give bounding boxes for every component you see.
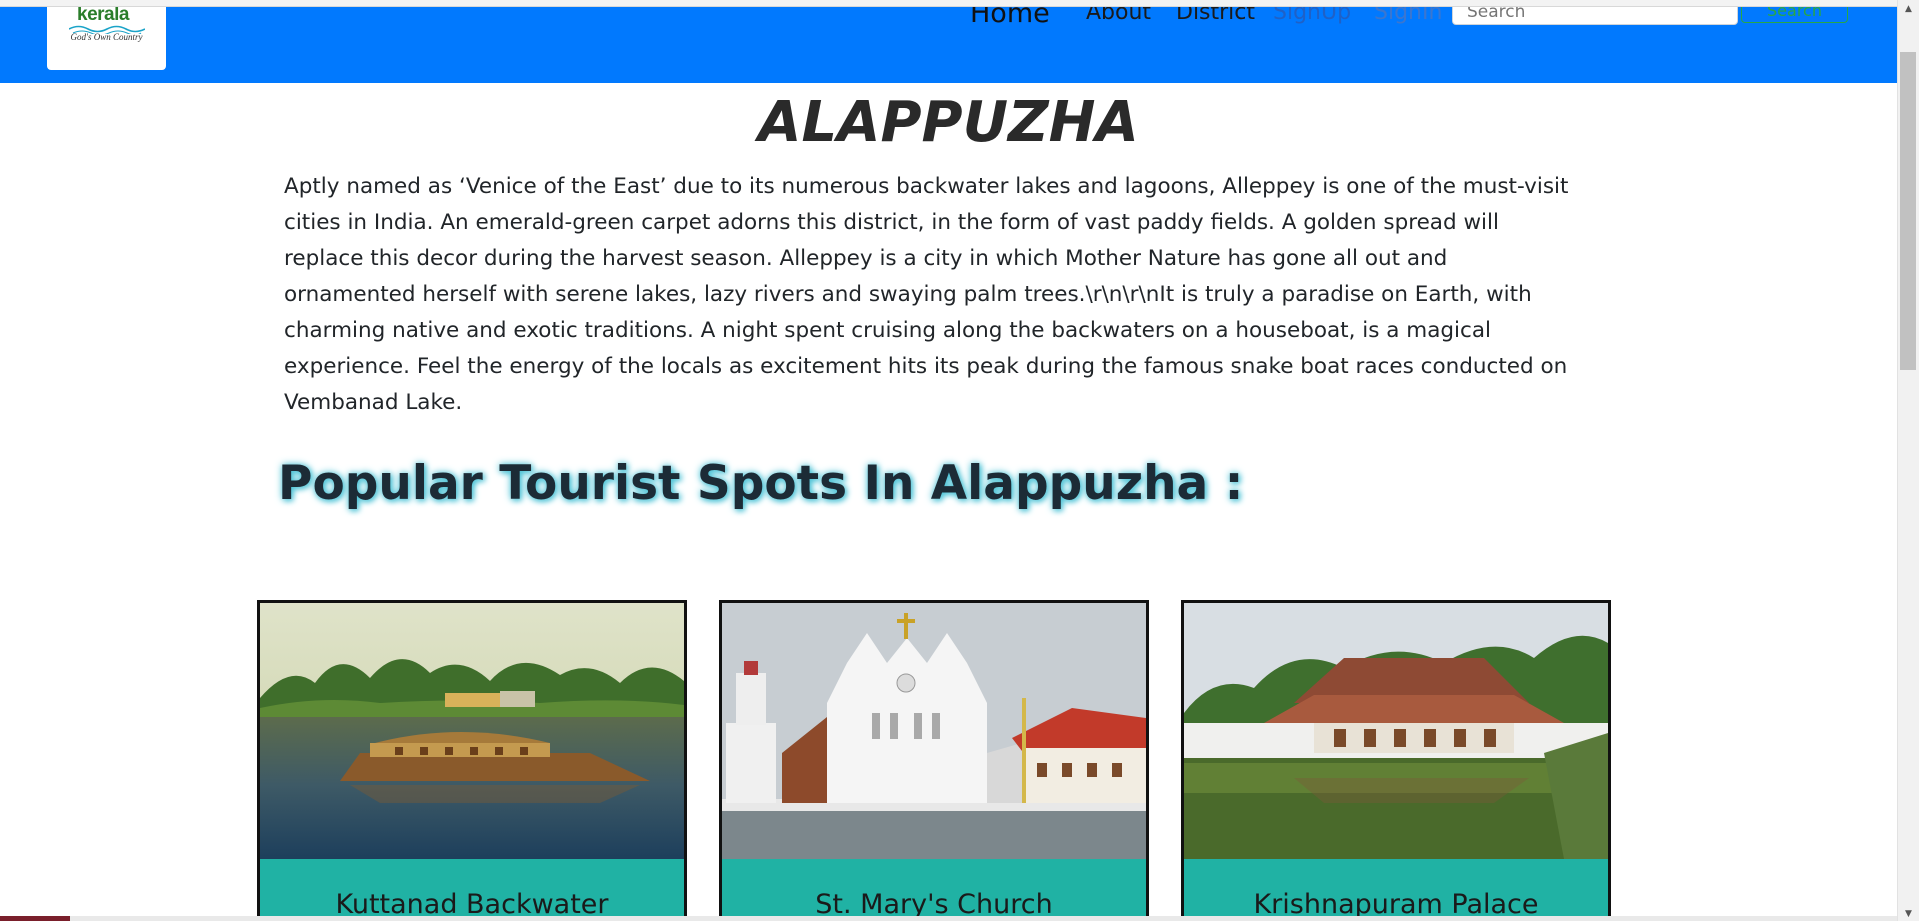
logo-text: kerala — [77, 4, 129, 25]
scrollbar-thumb[interactable] — [1900, 52, 1916, 370]
krishnapuram-palace-image — [1184, 603, 1608, 859]
kuttanad-backwater-image — [260, 603, 684, 859]
spot-card-krishnapuram[interactable]: Krishnapuram Palace — [1181, 600, 1611, 921]
st-marys-church-image — [722, 603, 1146, 859]
scroll-up-icon[interactable]: ▲ — [1898, 0, 1919, 16]
spot-card-footer: Krishnapuram Palace — [1184, 859, 1608, 921]
scroll-down-icon[interactable]: ▼ — [1898, 905, 1919, 921]
taskbar-accent — [0, 916, 70, 921]
spot-card-footer: Kuttanad Backwater — [260, 859, 684, 921]
logo-tagline: God's Own Country — [70, 32, 143, 42]
spot-card-footer: St. Mary's Church — [722, 859, 1146, 921]
vertical-scrollbar[interactable]: ▲ ▼ — [1897, 0, 1919, 921]
district-description: Aptly named as ‘Venice of the East’ due … — [284, 174, 1569, 415]
top-edge — [0, 0, 1897, 7]
page-title: ALAPPUZHA — [758, 90, 1139, 155]
spot-card-kuttanad[interactable]: Kuttanad Backwater — [257, 600, 687, 921]
kerala-logo[interactable]: kerala God's Own Country — [47, 4, 166, 70]
spot-card-st-marys[interactable]: St. Mary's Church — [719, 600, 1149, 921]
page-viewport: kerala God's Own Country Home About Dist… — [0, 0, 1897, 921]
navbar: kerala God's Own Country Home About Dist… — [0, 0, 1897, 83]
tourist-spots-heading: Popular Tourist Spots In Alappuzha : — [278, 456, 1244, 511]
bottom-edge — [0, 916, 1897, 921]
